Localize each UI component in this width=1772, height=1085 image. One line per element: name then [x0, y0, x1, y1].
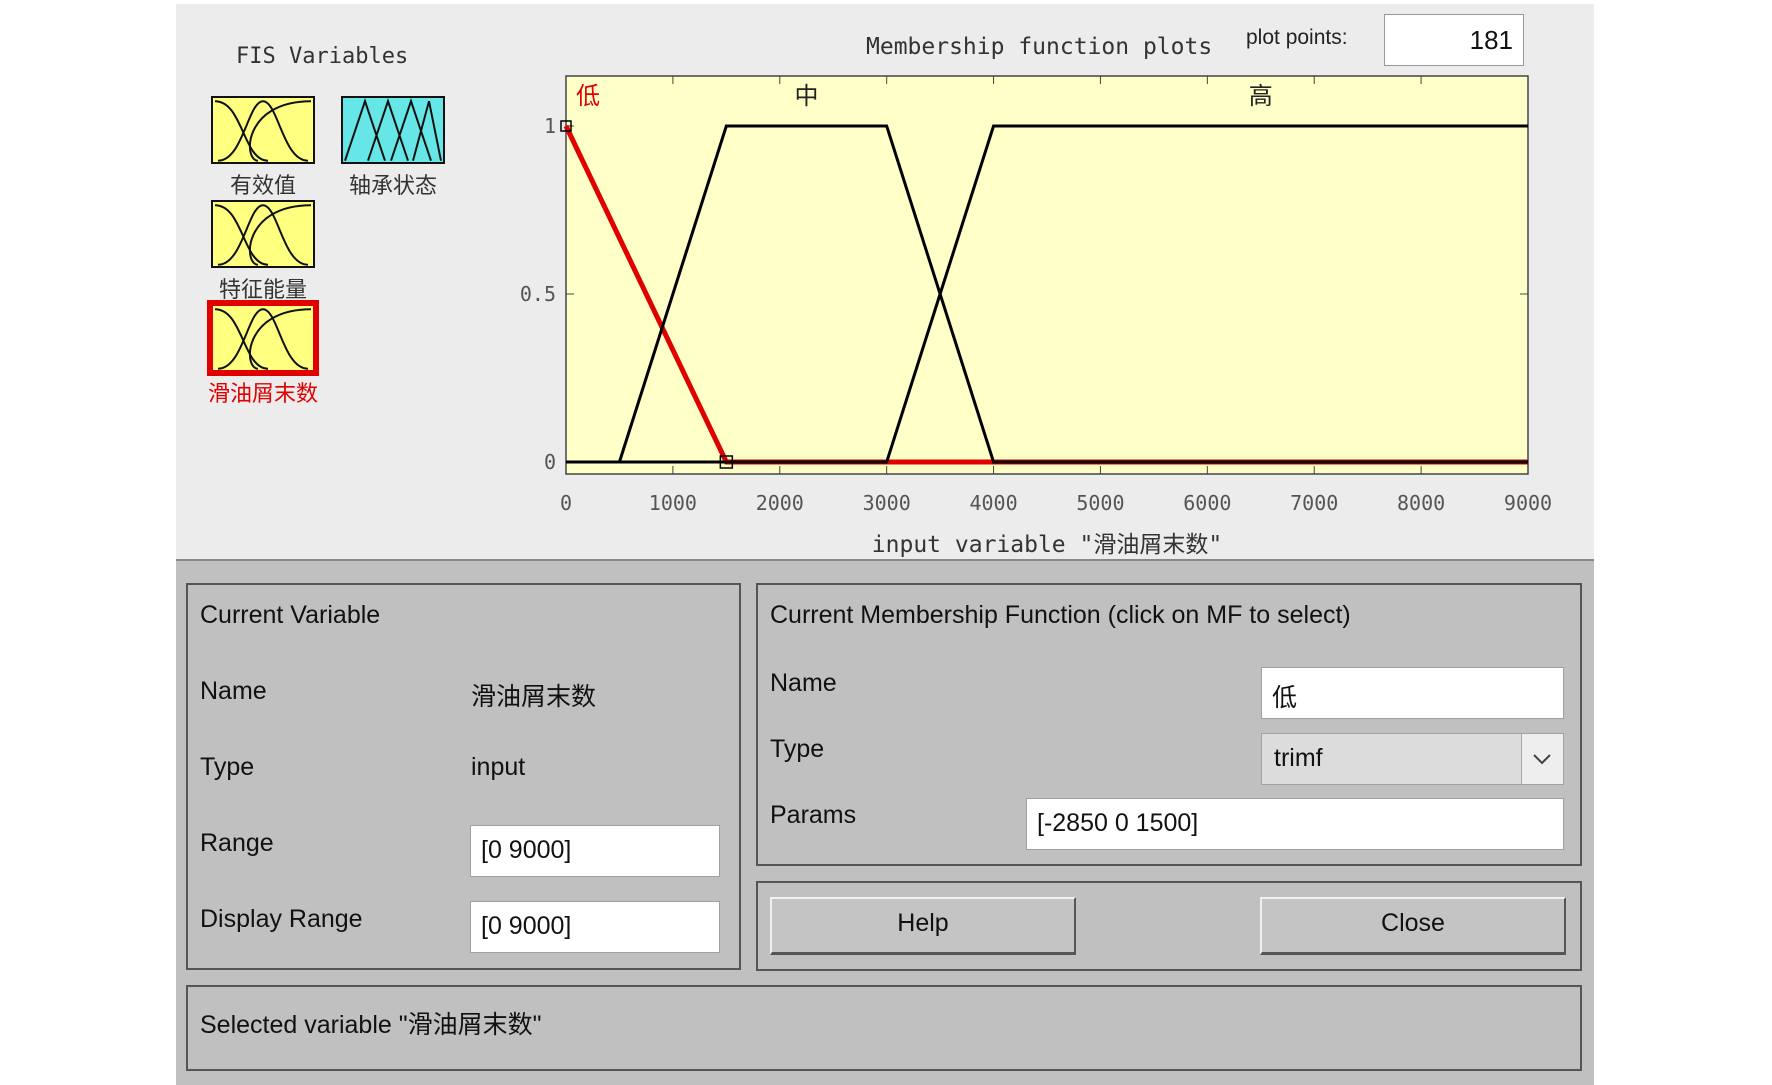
cv-type-label: Type: [200, 753, 255, 781]
plot-background: [565, 75, 1529, 475]
cv-range-label: Range: [200, 829, 274, 857]
plot-area: FIS Variables 有效值 轴承状态 特征能量 滑油屑末数 Member…: [176, 4, 1594, 559]
x-tick-label: 6000: [1183, 491, 1231, 515]
x-tick-label: 3000: [863, 491, 911, 515]
x-tick-label: 0: [560, 491, 572, 515]
x-tick-label: 9000: [1504, 491, 1552, 515]
status-text: Selected variable "滑油屑末数": [200, 1011, 542, 1039]
mf-type-value: trimf: [1274, 744, 1323, 772]
cv-name-label: Name: [200, 677, 267, 705]
x-tick-label: 5000: [1076, 491, 1124, 515]
mf-type-select[interactable]: trimf: [1261, 733, 1564, 785]
mf-params-field[interactable]: [-2850 0 1500]: [1026, 798, 1564, 850]
x-tick-label: 1000: [649, 491, 697, 515]
chevron-down-icon[interactable]: [1521, 734, 1563, 784]
x-axis-label: input variable "滑油屑末数": [872, 532, 1222, 558]
mf-type-label: Type: [770, 735, 825, 763]
display-range-field[interactable]: [0 9000]: [470, 901, 720, 953]
y-tick-label: 0.5: [520, 282, 556, 306]
y-tick-label: 0: [544, 450, 556, 474]
buttons-panel: Help Close: [756, 881, 1582, 971]
cv-name-value: 滑油屑末数: [471, 683, 597, 711]
current-mf-panel: Current Membership Function (click on MF…: [756, 583, 1582, 866]
current-variable-title: Current Variable: [200, 601, 381, 629]
mf-label-0: 低: [576, 82, 600, 110]
help-button[interactable]: Help: [770, 897, 1076, 955]
mf-name-field[interactable]: 低: [1261, 667, 1564, 719]
mf-params-label: Params: [770, 801, 857, 829]
mf-name-label: Name: [770, 669, 837, 697]
x-tick-label: 4000: [969, 491, 1017, 515]
current-mf-title: Current Membership Function (click on MF…: [770, 601, 1351, 629]
status-bar: Selected variable "滑油屑末数": [186, 985, 1582, 1071]
x-tick-label: 2000: [756, 491, 804, 515]
mf-label-2: 高: [1249, 82, 1273, 110]
cv-type-value: input: [471, 753, 526, 781]
close-button[interactable]: Close: [1260, 897, 1566, 955]
y-tick-label: 1: [544, 114, 556, 138]
membership-function-chart[interactable]: 0 1000 2000 3000 4000 5000 6000 7000 8000 9000 0 0.…: [176, 4, 1594, 559]
control-area: Current Variable Name 滑油屑末数 Type input R…: [176, 559, 1594, 1085]
cv-display-range-label: Display Range: [200, 905, 363, 933]
current-variable-panel: Current Variable Name 滑油屑末数 Type input R…: [186, 583, 741, 970]
mf-editor-window: FIS Variables 有效值 轴承状态 特征能量 滑油屑末数 Member…: [176, 4, 1594, 1085]
mf-label-1: 中: [795, 82, 819, 110]
range-field[interactable]: [0 9000]: [470, 825, 720, 877]
x-tick-label: 7000: [1290, 491, 1338, 515]
x-tick-label: 8000: [1397, 491, 1445, 515]
